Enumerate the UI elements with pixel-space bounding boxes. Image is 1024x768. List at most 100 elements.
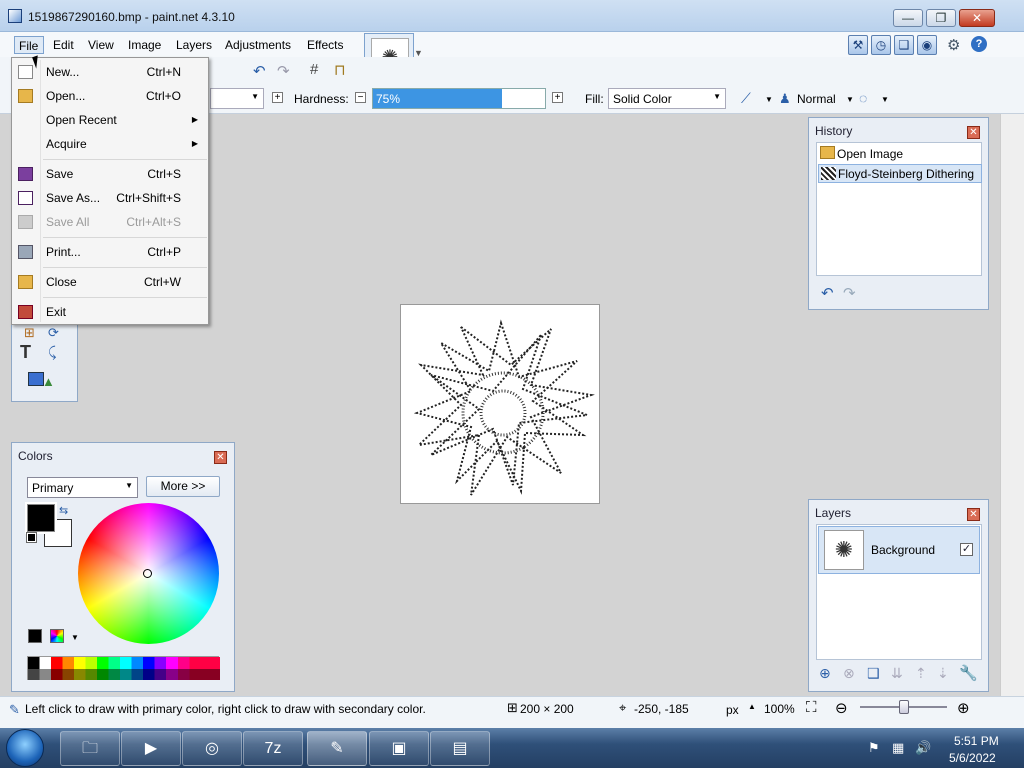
volume-icon[interactable]: 🔊: [915, 740, 931, 756]
units-select[interactable]: px: [726, 703, 739, 717]
menu-adjustments[interactable]: Adjustments: [221, 36, 295, 54]
text-tool-icon[interactable]: T: [20, 342, 31, 363]
palette-row-bright[interactable]: [28, 657, 220, 669]
vertical-scrollbar[interactable]: [1000, 114, 1024, 696]
menu-item-close[interactable]: Close Ctrl+W: [12, 271, 208, 293]
zoom-to-window-icon[interactable]: ⛶: [806, 699, 817, 716]
menu-view[interactable]: View: [84, 36, 118, 54]
chevron-up-icon[interactable]: ▲: [748, 702, 756, 711]
delete-layer-icon[interactable]: ⊗: [843, 665, 855, 682]
minimize-button[interactable]: —: [893, 9, 923, 27]
paintnet-taskbar-icon[interactable]: ✎: [307, 731, 367, 766]
swap-colors-icon[interactable]: ⇆: [59, 504, 68, 517]
move-layer-up-icon[interactable]: ⇡: [915, 665, 927, 682]
menu-item-open-recent[interactable]: Open Recent ▶: [12, 109, 208, 131]
tools-window-icon[interactable]: ⚒: [848, 35, 868, 55]
chevron-down-icon[interactable]: ▼: [846, 95, 854, 104]
image-viewer-taskbar-icon[interactable]: ▤: [430, 731, 490, 766]
layer-visibility-checkbox[interactable]: ✓: [960, 543, 973, 556]
color-palette[interactable]: [27, 656, 220, 680]
color-mode-select[interactable]: Primary ▼: [27, 477, 138, 498]
palette-row-dark[interactable]: [28, 669, 220, 680]
recolor-tool-icon[interactable]: ⟳: [48, 325, 59, 341]
menu-item-save-all[interactable]: Save All Ctrl+Alt+S: [12, 211, 208, 233]
menu-layers[interactable]: Layers: [172, 36, 216, 54]
reset-colors-icon[interactable]: [26, 532, 37, 543]
history-window-icon[interactable]: ◷: [871, 35, 891, 55]
selection-mode-icon[interactable]: ◌: [859, 90, 867, 106]
layers-window-icon[interactable]: ❑: [894, 35, 914, 55]
chevron-down-icon[interactable]: ▼: [71, 633, 79, 642]
menu-item-save[interactable]: Save Ctrl+S: [12, 163, 208, 185]
decrease-hardness-icon[interactable]: −: [355, 92, 366, 103]
close-icon[interactable]: ✕: [967, 508, 980, 521]
network-icon[interactable]: ▦: [892, 740, 904, 756]
media-player-taskbar-icon[interactable]: ▶: [121, 731, 181, 766]
hardness-slider[interactable]: 75%: [372, 88, 546, 109]
menu-file[interactable]: File: [14, 36, 44, 54]
add-layer-icon[interactable]: ⊕: [819, 665, 831, 682]
paintnet-app-icon[interactable]: [8, 9, 22, 23]
color-wheel-cursor[interactable]: [143, 569, 152, 578]
close-icon[interactable]: ✕: [967, 126, 980, 139]
undo-icon[interactable]: ↶: [821, 284, 834, 302]
menu-item-exit[interactable]: Exit: [12, 301, 208, 323]
action-center-icon[interactable]: ⚑: [868, 740, 880, 756]
move-layer-down-icon[interactable]: ⇣: [937, 665, 949, 682]
blend-mode-select[interactable]: Normal: [797, 88, 836, 110]
layer-row[interactable]: ✺ Background ✓: [818, 526, 980, 574]
history-item[interactable]: Open Image: [818, 144, 980, 163]
chevron-down-icon[interactable]: ▼: [881, 95, 889, 104]
history-item[interactable]: Floyd-Steinberg Dithering: [818, 164, 982, 183]
maximize-button[interactable]: ❐: [926, 9, 956, 27]
settings-gear-icon[interactable]: ⚙: [947, 36, 960, 54]
zoom-level[interactable]: 100%: [764, 702, 795, 716]
undo-icon[interactable]: ↶: [253, 62, 266, 80]
fill-select[interactable]: Solid Color ▼: [608, 88, 726, 109]
clock-date[interactable]: 5/6/2022: [949, 751, 996, 765]
zoom-slider-thumb[interactable]: [899, 700, 909, 714]
menu-item-save-as[interactable]: Save As... Ctrl+Shift+S: [12, 187, 208, 209]
menu-item-open[interactable]: Open... Ctrl+O: [12, 85, 208, 107]
start-button[interactable]: [6, 729, 44, 767]
history-list: Open Image Floyd-Steinberg Dithering: [816, 142, 982, 276]
menu-item-print[interactable]: Print... Ctrl+P: [12, 241, 208, 263]
explorer-taskbar-icon[interactable]: 🗀: [60, 731, 120, 766]
zoom-out-icon[interactable]: ⊖: [835, 699, 848, 717]
chrome-taskbar-icon[interactable]: ◎: [182, 731, 242, 766]
primary-color-swatch[interactable]: [25, 502, 57, 534]
redo-icon[interactable]: ↷: [843, 284, 856, 302]
chevron-down-icon[interactable]: ▼: [765, 95, 773, 104]
canvas-image[interactable]: [400, 304, 600, 504]
ruler-icon[interactable]: ⊓: [334, 61, 346, 79]
zoom-in-icon[interactable]: ⊕: [957, 699, 970, 717]
more-colors-button[interactable]: More >>: [146, 476, 220, 497]
menu-effects[interactable]: Effects: [303, 36, 347, 54]
grid-icon[interactable]: #: [310, 61, 318, 78]
menu-image[interactable]: Image: [124, 36, 165, 54]
triangle-shape-icon[interactable]: ▲: [42, 374, 55, 389]
add-to-palette-icon[interactable]: [28, 629, 42, 643]
close-window-button[interactable]: ✕: [959, 9, 995, 27]
clock-time[interactable]: 5:51 PM: [954, 734, 999, 748]
menu-edit[interactable]: Edit: [49, 36, 78, 54]
duplicate-layer-icon[interactable]: ❑: [867, 665, 880, 682]
antialiasing-icon[interactable]: ⟋: [741, 90, 751, 107]
7zip-taskbar-icon[interactable]: 7z: [243, 731, 303, 766]
increase-hardness-icon[interactable]: +: [552, 92, 563, 103]
redo-icon[interactable]: ↷: [277, 62, 290, 80]
line-curve-tool-icon[interactable]: ⤹: [48, 344, 56, 361]
app-taskbar-icon[interactable]: ▣: [369, 731, 429, 766]
increase-width-icon[interactable]: +: [272, 92, 283, 103]
palette-icon[interactable]: [50, 629, 64, 643]
clone-stamp-tool-icon[interactable]: ⊞: [24, 325, 35, 341]
chevron-down-icon: ▼: [713, 92, 721, 101]
help-icon[interactable]: ?: [971, 36, 987, 52]
merge-layer-icon[interactable]: ⇊: [891, 665, 903, 682]
menu-item-acquire[interactable]: Acquire ▶: [12, 133, 208, 155]
layer-properties-icon[interactable]: 🔧: [959, 664, 978, 682]
brush-width-field[interactable]: ▼: [210, 88, 264, 109]
close-icon[interactable]: ✕: [214, 451, 227, 464]
colors-window-icon[interactable]: ◉: [917, 35, 937, 55]
paintbrush-icon: ✎: [9, 702, 20, 717]
